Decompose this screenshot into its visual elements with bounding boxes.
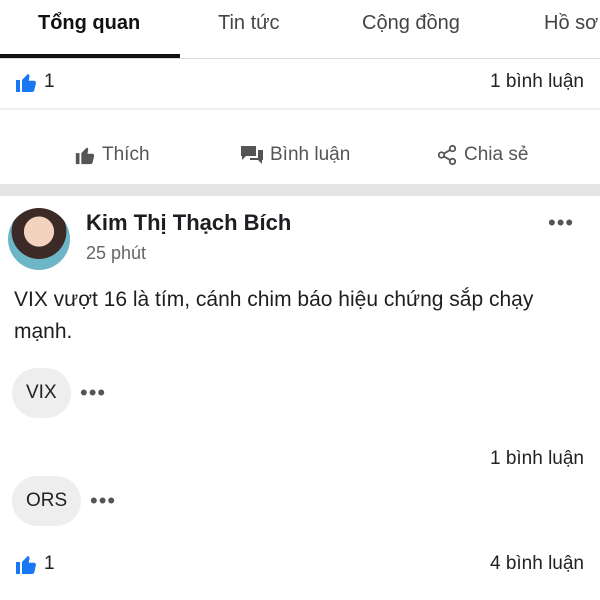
avatar[interactable] bbox=[8, 208, 70, 270]
like-button-label: Thích bbox=[102, 144, 150, 165]
stock-tag-chip[interactable]: VIX bbox=[12, 368, 71, 418]
tab-bar: Tổng quan Tin tức Cộng đồng Hồ sơ bbox=[0, 0, 600, 59]
like-icon bbox=[16, 74, 36, 92]
like-icon bbox=[16, 556, 36, 574]
thumbs-up-icon bbox=[75, 147, 95, 165]
tag-more-options-icon[interactable]: ••• bbox=[90, 488, 116, 514]
divider bbox=[0, 108, 600, 110]
top-post-reactions: 1 1 bình luận bbox=[0, 58, 600, 106]
like-count: 1 bbox=[44, 553, 55, 574]
comment-icon bbox=[241, 146, 263, 164]
post-more-options-icon[interactable]: ••• bbox=[548, 210, 574, 236]
share-icon bbox=[437, 144, 457, 166]
like-button[interactable]: Thích bbox=[74, 144, 150, 166]
comment-count-link[interactable]: 4 bình luận bbox=[490, 553, 584, 575]
comment-button[interactable]: Bình luận bbox=[240, 144, 350, 166]
comment-button-label: Bình luận bbox=[270, 144, 351, 165]
share-button-label: Chia sẻ bbox=[464, 144, 529, 165]
tab-news[interactable]: Tin tức bbox=[218, 12, 280, 35]
share-button[interactable]: Chia sẻ bbox=[436, 144, 528, 166]
tag-more-options-icon[interactable]: ••• bbox=[80, 380, 106, 406]
stock-tag-chip[interactable]: ORS bbox=[12, 476, 82, 526]
like-count: 1 bbox=[44, 71, 55, 92]
post-text: VIX vượt 16 là tím, cánh chim báo hiệu c… bbox=[14, 288, 534, 343]
post-reactions: 1 4 bình luận bbox=[0, 540, 600, 588]
section-divider bbox=[0, 184, 600, 196]
tab-community[interactable]: Cộng đồng bbox=[362, 12, 460, 35]
post-time: 25 phút bbox=[86, 243, 147, 263]
post-action-bar: Thích Bình luận Chia sẻ bbox=[0, 128, 600, 184]
post-author[interactable]: Kim Thị Thạch Bích bbox=[86, 210, 291, 236]
comment-count-link[interactable]: 1 bình luận bbox=[490, 448, 584, 470]
tab-profile[interactable]: Hồ sơ bbox=[544, 12, 598, 35]
comment-count-link[interactable]: 1 bình luận bbox=[490, 71, 584, 93]
tab-overview[interactable]: Tổng quan bbox=[38, 12, 140, 35]
